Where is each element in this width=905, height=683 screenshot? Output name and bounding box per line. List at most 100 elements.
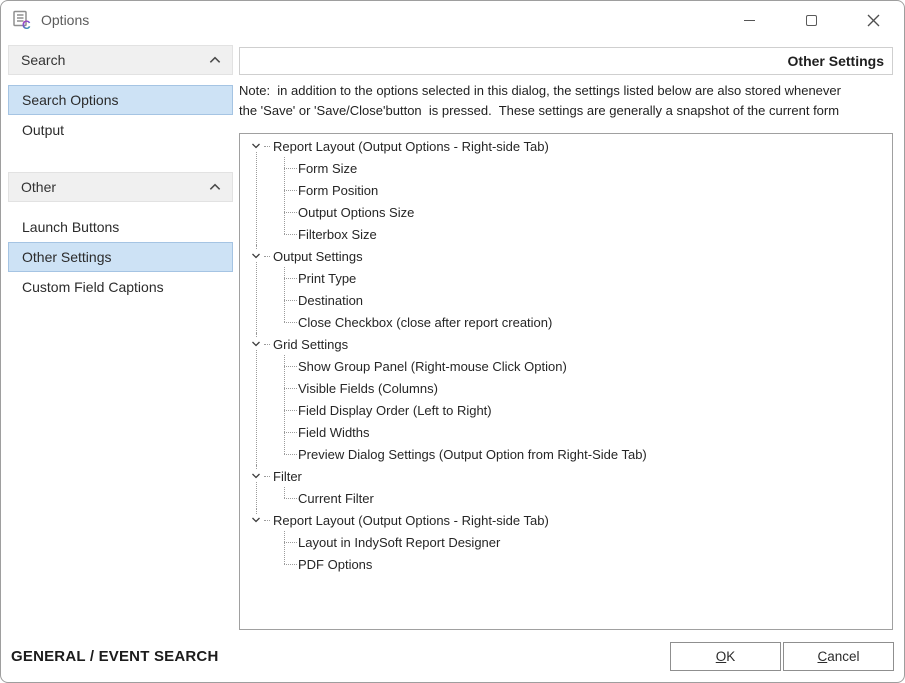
minimize-icon <box>744 20 755 21</box>
app-icon: C <box>11 9 33 31</box>
tree-node-label: Filter <box>273 469 302 484</box>
options-dialog: C Options SearchSearch OptionsOutputOthe… <box>0 0 905 683</box>
tree-node-label: Grid Settings <box>273 337 348 352</box>
chevron-down-icon <box>250 514 262 526</box>
tree-node-report-layout-output-options-right-side-tab[interactable]: Report Layout (Output Options - Right-si… <box>250 135 884 157</box>
tree-item-preview-dialog-settings-output-option-from-right-side-tab[interactable]: Preview Dialog Settings (Output Option f… <box>250 443 884 465</box>
tree-group-filter: Filter Current Filter <box>250 465 884 509</box>
tree-item-destination[interactable]: Destination <box>250 289 884 311</box>
section-header-label: Search <box>21 52 65 68</box>
sidebar-item-custom-field-captions[interactable]: Custom Field Captions <box>8 272 233 302</box>
sidebar-item-launch-buttons[interactable]: Launch Buttons <box>8 212 233 242</box>
sidebar: Search Search OptionsOutput Other Launch Bu… <box>8 39 233 630</box>
tree-expand-toggle[interactable] <box>250 250 262 262</box>
tree-node-grid-settings[interactable]: Grid Settings <box>250 333 884 355</box>
svg-text:C: C <box>22 18 31 31</box>
footer-buttons: OK Cancel <box>670 642 894 671</box>
tree-item-label: Form Position <box>298 183 378 198</box>
tree-connector <box>264 256 270 257</box>
tree-item-label: Output Options Size <box>298 205 414 220</box>
note-text: Note: in addition to the options selecte… <box>239 81 893 121</box>
tree-group-output-settings: Output Settings Print Type Destination Clos… <box>250 245 884 333</box>
tree-children: Print Type Destination Close Checkbox (clo… <box>250 267 884 333</box>
ok-button[interactable]: OK <box>670 642 781 671</box>
tree-item-print-type[interactable]: Print Type <box>250 267 884 289</box>
chevron-up-icon <box>208 53 222 67</box>
tree-group-report-layout-output-options-right-side-tab: Report Layout (Output Options - Right-si… <box>250 509 884 575</box>
cancel-button[interactable]: Cancel <box>783 642 894 671</box>
tree-node-output-settings[interactable]: Output Settings <box>250 245 884 267</box>
sidebar-item-output[interactable]: Output <box>8 115 233 145</box>
sidebar-items: Search OptionsOutput <box>8 85 233 145</box>
tree-item-form-size[interactable]: Form Size <box>250 157 884 179</box>
tree-item-label: Preview Dialog Settings (Output Option f… <box>298 447 647 462</box>
tree-item-filterbox-size[interactable]: Filterbox Size <box>250 223 884 245</box>
tree-group-grid-settings: Grid Settings Show Group Panel (Right-mou… <box>250 333 884 465</box>
tree-item-label: Filterbox Size <box>298 227 377 242</box>
tree-item-label: Destination <box>298 293 363 308</box>
tree-item-field-widths[interactable]: Field Widths <box>250 421 884 443</box>
close-button[interactable] <box>842 1 904 39</box>
context-label: GENERAL / EVENT SEARCH <box>11 648 219 665</box>
tree-item-current-filter[interactable]: Current Filter <box>250 487 884 509</box>
chevron-down-icon <box>250 250 262 262</box>
tree-node-filter[interactable]: Filter <box>250 465 884 487</box>
tree-children: Show Group Panel (Right-mouse Click Opti… <box>250 355 884 465</box>
tree-item-close-checkbox-close-after-report-creation[interactable]: Close Checkbox (close after report creat… <box>250 311 884 333</box>
tree-item-pdf-options[interactable]: PDF Options <box>250 553 884 575</box>
tree-item-field-display-order-left-to-right[interactable]: Field Display Order (Left to Right) <box>250 399 884 421</box>
tree-item-layout-in-indysoft-report-designer[interactable]: Layout in IndySoft Report Designer <box>250 531 884 553</box>
tree-item-label: Form Size <box>298 161 357 176</box>
titlebar: C Options <box>1 1 904 39</box>
tree-group-report-layout-output-options-right-side-tab: Report Layout (Output Options - Right-si… <box>250 135 884 245</box>
dialog-body: Search Search OptionsOutput Other Launch Bu… <box>1 39 904 630</box>
tree-item-form-position[interactable]: Form Position <box>250 179 884 201</box>
tree-item-label: Print Type <box>298 271 356 286</box>
panel-title: Other Settings <box>788 53 884 69</box>
tree-item-label: Layout in IndySoft Report Designer <box>298 535 500 550</box>
tree-node-report-layout-output-options-right-side-tab[interactable]: Report Layout (Output Options - Right-si… <box>250 509 884 531</box>
window-title: Options <box>41 12 89 28</box>
footer: GENERAL / EVENT SEARCH OK Cancel <box>1 630 904 682</box>
tree-children: Form Size Form Position Output Options Siz… <box>250 157 884 245</box>
tree-connector <box>264 344 270 345</box>
tree-expand-toggle[interactable] <box>250 514 262 526</box>
tree-item-visible-fields-columns[interactable]: Visible Fields (Columns) <box>250 377 884 399</box>
close-icon <box>867 14 880 27</box>
settings-tree: Report Layout (Output Options - Right-si… <box>239 133 893 630</box>
minimize-button[interactable] <box>718 1 780 39</box>
chevron-down-icon <box>250 470 262 482</box>
tree-item-label: Field Widths <box>298 425 370 440</box>
sidebar-section-search: Search Search OptionsOutput <box>8 45 233 145</box>
sidebar-item-search-options[interactable]: Search Options <box>8 85 233 115</box>
tree-item-label: PDF Options <box>298 557 372 572</box>
tree-connector <box>264 146 270 147</box>
sidebar-section-other: Other Launch ButtonsOther SettingsCustom … <box>8 172 233 302</box>
tree-item-label: Current Filter <box>298 491 374 506</box>
tree-connector <box>264 520 270 521</box>
sidebar-items: Launch ButtonsOther SettingsCustom Field… <box>8 212 233 302</box>
settings-panel: Other Settings Note: in addition to the … <box>239 39 893 630</box>
tree-node-label: Output Settings <box>273 249 363 264</box>
tree-item-output-options-size[interactable]: Output Options Size <box>250 201 884 223</box>
tree-item-show-group-panel-right-mouse-click-option[interactable]: Show Group Panel (Right-mouse Click Opti… <box>250 355 884 377</box>
tree-node-label: Report Layout (Output Options - Right-si… <box>273 139 549 154</box>
chevron-up-icon <box>208 180 222 194</box>
panel-title-bar: Other Settings <box>239 47 893 75</box>
section-header-label: Other <box>21 179 56 195</box>
chevron-down-icon <box>250 338 262 350</box>
tree-item-label: Close Checkbox (close after report creat… <box>298 315 552 330</box>
tree-expand-toggle[interactable] <box>250 140 262 152</box>
sidebar-section-header-search[interactable]: Search <box>8 45 233 75</box>
tree-expand-toggle[interactable] <box>250 470 262 482</box>
maximize-button[interactable] <box>780 1 842 39</box>
tree-item-label: Show Group Panel (Right-mouse Click Opti… <box>298 359 567 374</box>
chevron-down-icon <box>250 140 262 152</box>
sidebar-item-other-settings[interactable]: Other Settings <box>8 242 233 272</box>
tree-expand-toggle[interactable] <box>250 338 262 350</box>
maximize-icon <box>806 15 817 26</box>
sidebar-section-header-other[interactable]: Other <box>8 172 233 202</box>
window-controls <box>718 1 904 39</box>
tree-connector <box>264 476 270 477</box>
tree-children: Current Filter <box>250 487 884 509</box>
